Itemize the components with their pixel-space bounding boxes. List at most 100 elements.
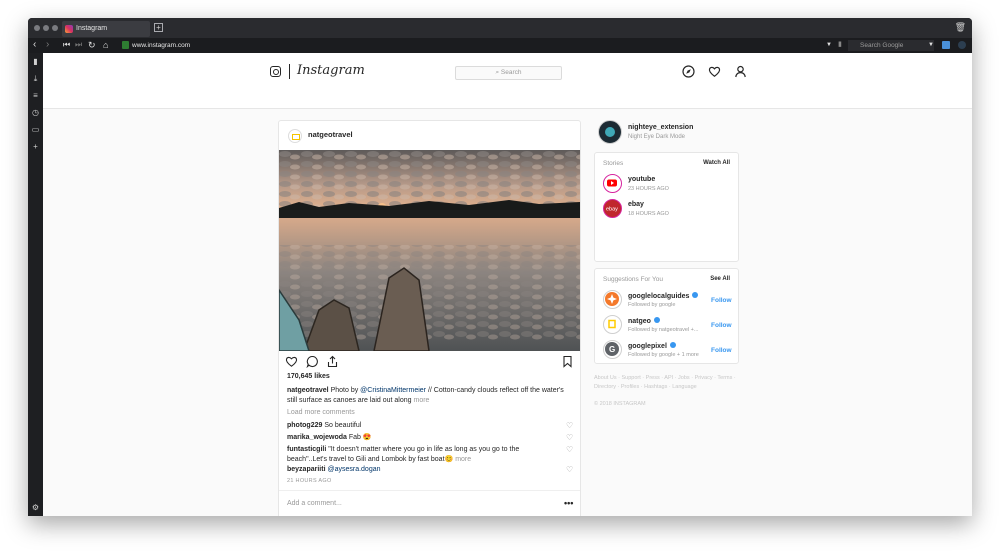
extension-icon[interactable] — [942, 41, 950, 49]
tab-title: Instagram — [76, 25, 108, 32]
instagram-page: Instagram ⌕ Search natgeotravel 170,645 … — [43, 53, 972, 516]
tab-instagram[interactable]: Instagram — [62, 21, 150, 37]
add-comment-placeholder: Add a comment... — [287, 500, 342, 507]
window-maximize-dot[interactable] — [52, 25, 58, 31]
profile-avatar[interactable] — [598, 120, 622, 144]
follow-button[interactable]: Follow — [711, 322, 732, 329]
comment-row: photog229 So beautiful — [287, 421, 557, 431]
new-tab-button[interactable]: + — [154, 23, 163, 32]
googlelocalguides-avatar[interactable] — [603, 290, 622, 309]
window-minimize-dot[interactable] — [43, 25, 49, 31]
story-name[interactable]: ebay — [628, 201, 644, 208]
forward-icon[interactable]: › — [46, 39, 49, 51]
heart-icon[interactable] — [708, 65, 721, 78]
downloads-icon[interactable]: ⤓ — [31, 74, 40, 83]
story-name[interactable]: youtube — [628, 176, 655, 183]
search-google-input[interactable]: Search Google — [848, 40, 934, 51]
svg-text:ebay: ebay — [606, 207, 618, 213]
header-divider — [289, 64, 290, 79]
search-input[interactable]: ⌕ Search — [455, 66, 562, 80]
comment-like-icon[interactable]: ♡ — [566, 421, 573, 430]
url-field[interactable]: www.instagram.com — [132, 40, 822, 51]
search-engine-dropdown-icon[interactable]: ▼ — [928, 39, 934, 51]
suggestions-card: Suggestions For You See All googlelocalg… — [594, 268, 739, 364]
rewind-icon[interactable]: ⏮ — [63, 39, 70, 51]
person-icon[interactable] — [734, 65, 747, 78]
profile-username[interactable]: nighteye_extension — [628, 124, 693, 131]
likes-count[interactable]: 170,645 likes — [287, 373, 330, 380]
comment-like-icon[interactable]: ♡ — [566, 445, 573, 454]
ebay-avatar[interactable]: ebay — [603, 199, 622, 218]
compass-icon[interactable] — [682, 65, 695, 78]
bookmarks-icon[interactable]: ▮ — [31, 57, 40, 66]
comment-mention[interactable]: @aysesra.dogan — [327, 466, 380, 473]
caption-prefix: Photo by — [330, 387, 359, 394]
share-icon[interactable] — [326, 355, 339, 371]
youtube-avatar[interactable] — [603, 174, 622, 193]
comment-text: So beautiful — [324, 422, 362, 429]
fast-forward-icon[interactable]: ⏭ — [75, 39, 82, 51]
notes-icon[interactable]: ≡ — [31, 91, 40, 100]
save-bookmark-icon[interactable] — [561, 355, 574, 371]
comment-username[interactable]: beyzapariiti — [287, 466, 326, 473]
natgeo-avatar[interactable] — [603, 315, 622, 334]
footer-links[interactable]: About Us · Support · Press · API · Jobs … — [594, 374, 739, 392]
comment-like-icon[interactable]: ♡ — [566, 465, 573, 474]
comment-row: marika_wojewoda Fab 😍 — [287, 433, 557, 443]
like-heart-icon[interactable] — [285, 355, 298, 371]
back-icon[interactable]: ‹ — [33, 39, 36, 51]
follow-button[interactable]: Follow — [711, 297, 732, 304]
profile-fullname: Night Eye Dark Mode — [628, 134, 686, 140]
comment-username[interactable]: funtasticgili — [287, 446, 326, 453]
watch-all-link[interactable]: Watch All — [703, 160, 730, 166]
caption-more-link[interactable]: more — [413, 397, 429, 404]
post-photo[interactable] — [279, 150, 580, 351]
comment-bubble-icon[interactable] — [306, 355, 319, 371]
more-options-icon[interactable]: ••• — [564, 498, 573, 508]
copyright: © 2018 INSTAGRAM — [594, 401, 646, 407]
reload-icon[interactable]: ↻ — [88, 39, 96, 51]
caption-mention[interactable]: @CristinaMittermeier — [360, 387, 426, 394]
suggestion-name[interactable]: googlepixel — [628, 342, 676, 350]
search-google-placeholder: Search Google — [860, 42, 904, 49]
see-all-link[interactable]: See All — [710, 276, 730, 282]
settings-icon[interactable]: ⚙ — [31, 503, 40, 512]
post-actions — [285, 355, 574, 369]
instagram-favicon-icon — [65, 25, 73, 33]
natgeotravel-avatar[interactable] — [288, 129, 302, 143]
add-comment-field[interactable]: Add a comment... ••• — [279, 490, 580, 516]
instagram-camera-icon[interactable] — [270, 66, 281, 77]
instagram-wordmark[interactable]: Instagram — [297, 63, 365, 78]
search-placeholder: Search — [500, 69, 522, 76]
address-bar: ‹ › ⏮ ⏭ ↻ ⌂ www.instagram.com ▼ ▮ Search… — [28, 38, 972, 53]
googlepixel-avatar[interactable]: G — [603, 340, 622, 359]
load-more-comments[interactable]: Load more comments — [287, 409, 355, 416]
home-icon[interactable]: ⌂ — [103, 39, 108, 51]
suggestions-title: Suggestions For You — [603, 276, 663, 283]
window-panel-icon[interactable]: ▭ — [31, 125, 40, 134]
dropdown-icon[interactable]: ▼ — [826, 39, 832, 51]
comment-username[interactable]: marika_wojewoda — [287, 434, 347, 441]
window-close-dot[interactable] — [34, 25, 40, 31]
comment-row: beyzapariiti @aysesra.dogan — [287, 465, 557, 475]
follow-button[interactable]: Follow — [711, 347, 732, 354]
add-panel-icon[interactable]: + — [31, 142, 40, 151]
post-username[interactable]: natgeotravel — [308, 130, 353, 139]
browser-window: Instagram + 🗑 ‹ › ⏮ ⏭ ↻ ⌂ www.instagram.… — [28, 18, 972, 516]
bookmark-icon[interactable]: ▮ — [838, 39, 842, 51]
comment-more-link[interactable]: more — [455, 456, 471, 463]
history-icon[interactable]: ◷ — [31, 108, 40, 117]
post-timestamp[interactable]: 21 HOURS AGO — [287, 478, 332, 484]
svg-text:G: G — [609, 345, 615, 354]
comment-like-icon[interactable]: ♡ — [566, 433, 573, 442]
night-eye-icon[interactable] — [958, 41, 966, 49]
trash-icon[interactable]: 🗑 — [955, 22, 966, 33]
verified-badge-icon — [692, 292, 699, 298]
suggestion-name[interactable]: natgeo — [628, 317, 660, 325]
post-card: natgeotravel 170,645 likes natgeotravel … — [278, 120, 581, 516]
suggestion-name[interactable]: googlelocalguides — [628, 292, 699, 300]
verified-badge-icon — [653, 317, 660, 323]
stories-card: Stories Watch All youtube 23 HOURS AGO e… — [594, 152, 739, 262]
caption-username[interactable]: natgeotravel — [287, 387, 329, 394]
comment-username[interactable]: photog229 — [287, 422, 322, 429]
